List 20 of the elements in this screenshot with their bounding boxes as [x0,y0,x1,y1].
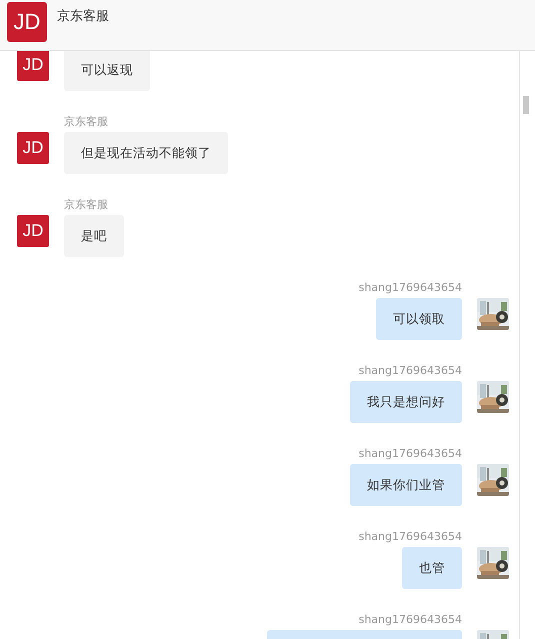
chat-title: 京东客服 [57,8,109,25]
jd-logo: JD [17,215,49,247]
jd-logo: JD [17,51,49,81]
message-bubble: 是吧 [64,215,124,257]
sender-name: 京东客服 [64,197,108,213]
message-bubble: 但是现在活动不能领了 [64,132,228,174]
scrollbar-thumb[interactable] [523,96,529,114]
message-bubble: 我只是想问好 [350,381,462,423]
sender-name: shang1769643654 [358,280,462,296]
message-bubble: 可以返现 [64,51,150,91]
jd-logo: JD [7,2,47,42]
jd-logo: JD [17,132,49,164]
sender-name: shang1769643654 [358,612,462,628]
sender-name: 京东客服 [64,114,108,130]
sender-name: shang1769643654 [358,529,462,545]
message-bubble: 也管 [402,547,462,589]
message-bubble: 可以领取 [376,298,462,340]
sender-name: shang1769643654 [358,446,462,462]
sender-name: shang1769643654 [358,363,462,379]
message-bubble: 如果你们业管 [350,464,462,506]
